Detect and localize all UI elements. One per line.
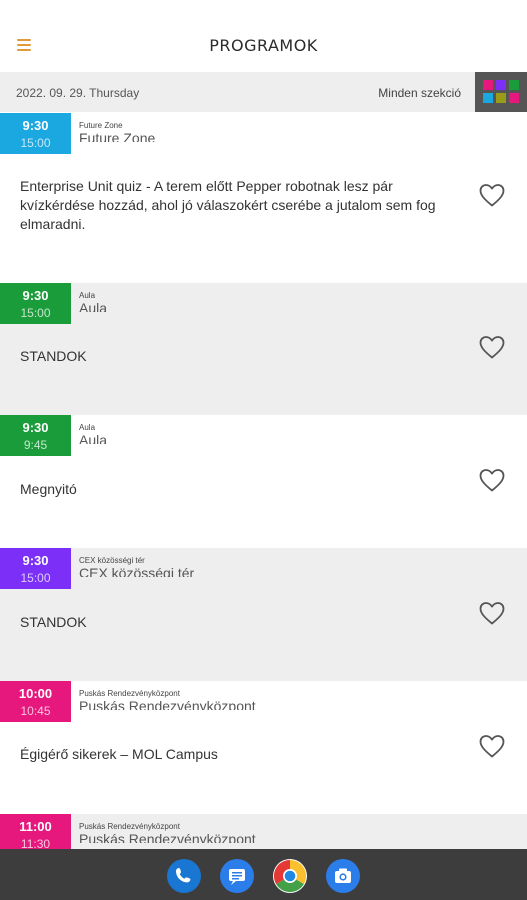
- section-grid-button[interactable]: [475, 72, 527, 112]
- heart-icon[interactable]: [478, 600, 506, 626]
- location-heading-text: Puskás Rendezvényközpont: [79, 832, 256, 843]
- end-time: 10:45: [20, 704, 51, 718]
- start-time: 11:00: [19, 819, 52, 834]
- location-label: Puskás Rendezvényközpont: [79, 689, 180, 698]
- time-badge: 9:30 9:45: [0, 415, 71, 456]
- heart-icon[interactable]: [478, 182, 506, 208]
- time-badge: 9:30 15:00: [0, 113, 71, 154]
- start-time: 9:30: [22, 118, 49, 133]
- time-badge: 10:00 10:45: [0, 681, 71, 722]
- event-title: STANDOK: [20, 348, 87, 364]
- start-time: 9:30: [22, 420, 49, 435]
- event-title: Enterprise Unit quiz - A terem előtt Pep…: [20, 178, 436, 232]
- event-item[interactable]: 9:30 9:45 Aula Aula Megnyitó: [0, 415, 527, 548]
- event-item[interactable]: 9:30 15:00 Aula Aula STANDOK: [0, 283, 527, 415]
- start-time: 9:30: [22, 553, 49, 568]
- event-item[interactable]: 9:30 15:00 Future Zone Future Zone Enterpris…: [0, 113, 527, 283]
- chrome-icon[interactable]: [273, 859, 307, 893]
- event-title: Megnyitó: [20, 481, 77, 497]
- end-time: 15:00: [20, 571, 51, 585]
- grid-color-square: [483, 80, 493, 90]
- location-heading: Aula: [79, 433, 379, 444]
- location-heading-text: Future Zone: [79, 131, 156, 142]
- location-label: Aula: [79, 291, 96, 300]
- location-label: Future Zone: [79, 121, 123, 130]
- grid-color-square: [509, 93, 519, 103]
- end-time: 15:00: [20, 306, 51, 320]
- camera-icon[interactable]: [326, 859, 360, 893]
- location-heading: Puskás Rendezvényközpont: [79, 832, 379, 843]
- location-heading-text: CEX közösségi tér: [79, 566, 195, 577]
- location-label: CEX közösségi tér: [79, 556, 145, 565]
- grid-color-square: [509, 80, 519, 90]
- event-title: STANDOK: [20, 614, 87, 630]
- location-label: Aula: [79, 423, 96, 432]
- section-filter[interactable]: Minden szekció: [378, 86, 461, 100]
- event-title: Égigérő sikerek – MOL Campus: [20, 746, 218, 762]
- heart-icon[interactable]: [478, 733, 506, 759]
- time-badge: 9:30 15:00: [0, 548, 71, 589]
- location-heading-text: Puskás Rendezvényközpont: [79, 699, 256, 710]
- grid-color-square: [483, 93, 493, 103]
- start-time: 9:30: [22, 288, 49, 303]
- grid-color-square: [496, 93, 506, 103]
- android-nav-bar: [0, 849, 527, 900]
- start-time: 10:00: [18, 686, 53, 701]
- phone-icon[interactable]: [167, 859, 201, 893]
- location-heading: CEX közösségi tér: [79, 566, 379, 577]
- location-heading: Future Zone: [79, 131, 379, 142]
- app-header: PROGRAMOK: [0, 0, 527, 72]
- messages-icon[interactable]: [220, 859, 254, 893]
- end-time: 9:45: [23, 438, 48, 452]
- page-title: PROGRAMOK: [209, 36, 318, 55]
- time-badge: 9:30 15:00: [0, 283, 71, 324]
- date-bar: 2022. 09. 29. Thursday Minden szekció: [0, 72, 527, 112]
- location-heading-text: Aula: [79, 301, 108, 312]
- end-time: 15:00: [20, 136, 51, 150]
- heart-icon[interactable]: [478, 467, 506, 493]
- event-item[interactable]: 9:30 15:00 CEX közösségi tér CEX közösségi …: [0, 548, 527, 681]
- date-label[interactable]: 2022. 09. 29. Thursday: [16, 86, 139, 100]
- location-heading-text: Aula: [79, 433, 108, 444]
- event-item[interactable]: 10:00 10:45 Puskás Rendezvényközpont Puskás…: [0, 681, 527, 814]
- location-heading: Puskás Rendezvényközpont: [79, 699, 379, 710]
- grid-color-square: [496, 80, 506, 90]
- heart-icon[interactable]: [478, 334, 506, 360]
- location-label: Puskás Rendezvényközpont: [79, 822, 180, 831]
- app-screen: PROGRAMOK 2022. 09. 29. Thursday Minden …: [0, 0, 527, 900]
- location-heading: Aula: [79, 301, 379, 312]
